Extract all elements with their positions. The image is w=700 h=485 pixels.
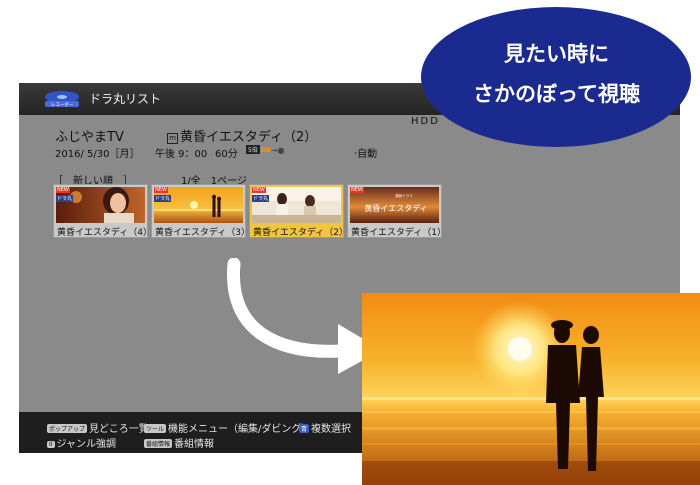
multi-select-guide[interactable]: 青複数選択 bbox=[299, 420, 351, 435]
list-item-selected[interactable]: NEW ドラ丸 黄昏イエスタディ（2） bbox=[249, 184, 348, 238]
blue-key: 青 bbox=[299, 424, 310, 433]
dora-badge: ドラ丸 bbox=[154, 195, 172, 202]
program-time: 午後 9：00 bbox=[155, 149, 208, 160]
info-action: 番組情報 bbox=[174, 439, 215, 450]
list-item-label: 黄昏イエスタディ（2） bbox=[253, 228, 349, 238]
recorder-disc-icon: レコーダー bbox=[45, 91, 79, 108]
program-title-row: m 黄昏イエスタディ（2） bbox=[167, 126, 317, 145]
thumb-caption-title: 黄昏イエスタディ bbox=[364, 203, 427, 213]
blue-action: 複数選択 bbox=[311, 424, 352, 435]
callout-line1: 見たい時に bbox=[504, 42, 609, 66]
callout-line2: さかのぼって視聴 bbox=[473, 82, 640, 106]
list-item[interactable]: NEW ドラ丸 黄昏イエスタディ（3） bbox=[151, 184, 250, 238]
tool-key: ツール bbox=[144, 424, 167, 433]
thumb-caption-small: 連続ドラマ bbox=[395, 193, 413, 198]
genre-guide[interactable]: II ジャンル強調 bbox=[47, 435, 116, 450]
popup-guide[interactable]: ポップアップ 見どころ一覧 bbox=[47, 420, 149, 435]
app-title: ドラ丸リスト bbox=[89, 92, 162, 106]
logo-text: レコーダー bbox=[51, 101, 74, 108]
tool-action: 機能メニュー（編集/ダビング） bbox=[168, 424, 312, 435]
genre-key: II bbox=[47, 441, 55, 448]
new-badge: NEW bbox=[56, 187, 70, 193]
playback-sunset-photo bbox=[362, 293, 700, 485]
dora-badge: ドラ丸 bbox=[56, 195, 74, 202]
new-badge: NEW bbox=[154, 187, 168, 193]
info-key: 番組情報 bbox=[144, 439, 173, 448]
dora-badge: ドラ丸 bbox=[252, 195, 270, 202]
popup-action: 見どころ一覧 bbox=[89, 424, 149, 435]
popup-key: ポップアップ bbox=[47, 424, 88, 433]
tool-guide[interactable]: ツール 機能メニュー（編集/ダビング） bbox=[144, 420, 311, 435]
channel-name: ふじやまTV bbox=[55, 130, 124, 145]
list-item[interactable]: 連続ドラマ 黄昏イエスタディ NEW 黄昏イエスタディ（1） bbox=[347, 184, 446, 238]
genre-action: ジャンル強調 bbox=[56, 439, 117, 450]
callout-bubble bbox=[421, 7, 691, 147]
record-mode-label: 自動 bbox=[357, 149, 378, 160]
quality-badge: 5倍 bbox=[246, 145, 260, 154]
list-item-label: 黄昏イエスタディ（4） bbox=[57, 228, 153, 238]
list-item[interactable]: NEW ドラ丸 黄昏イエスタディ（4） bbox=[53, 184, 152, 238]
program-date: 2016/ 5/30［月］ bbox=[55, 149, 140, 160]
info-guide[interactable]: 番組情報 番組情報 bbox=[144, 435, 214, 450]
new-badge: NEW bbox=[252, 187, 266, 193]
new-badge: NEW bbox=[350, 187, 364, 193]
quality-indicator: 5倍 →● bbox=[246, 145, 285, 156]
program-mark-icon: m bbox=[167, 133, 178, 144]
record-mode: ʳ自動 bbox=[355, 145, 377, 160]
program-title: 黄昏イエスタディ（2） bbox=[180, 130, 318, 145]
program-duration: 60分 bbox=[215, 149, 238, 160]
arrow-right-icon: →● bbox=[270, 146, 285, 155]
quality-bar bbox=[260, 147, 271, 152]
recording-list: NEW ドラ丸 黄昏イエスタディ（4） NEW ドラ丸 黄昏イエスタディ（3） bbox=[53, 184, 446, 238]
list-item-label: 黄昏イエスタディ（3） bbox=[155, 228, 251, 238]
list-item-label: 黄昏イエスタディ（1） bbox=[351, 228, 447, 238]
